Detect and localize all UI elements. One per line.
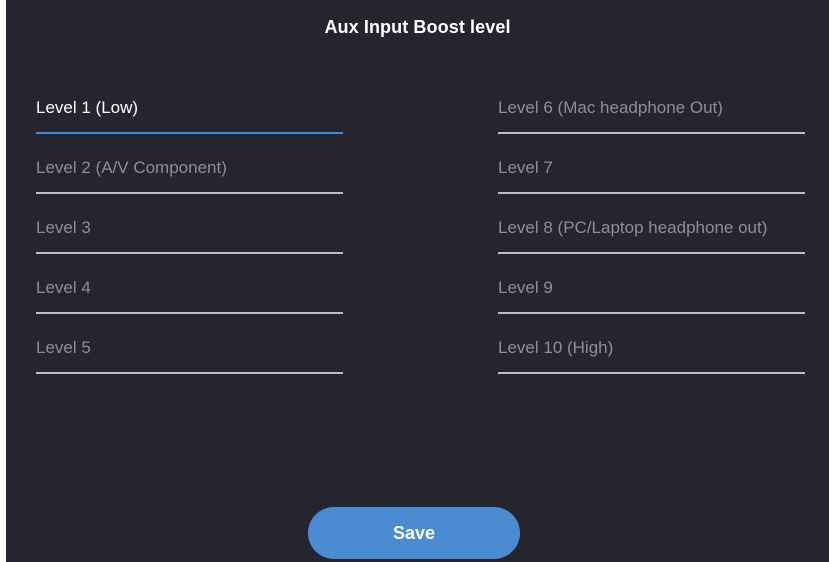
level-option-label: Level 8 (PC/Laptop headphone out) [498, 218, 768, 237]
level-option-underline [498, 192, 805, 194]
level-option-underline [498, 372, 805, 374]
level-option-underline [498, 252, 805, 254]
level-option-1[interactable]: Level 1 (Low) [36, 92, 343, 152]
level-option-4[interactable]: Level 4 [36, 272, 343, 332]
level-option-underline [36, 372, 343, 374]
level-option-5[interactable]: Level 5 [36, 332, 343, 392]
level-option-label: Level 3 [36, 218, 91, 237]
level-option-10[interactable]: Level 10 (High) [498, 332, 805, 392]
level-option-label: Level 7 [498, 158, 553, 177]
level-option-label: Level 1 (Low) [36, 98, 139, 117]
level-option-underline [498, 132, 805, 134]
level-option-label: Level 6 (Mac headphone Out) [498, 98, 723, 117]
level-option-label: Level 2 (A/V Component) [36, 158, 227, 177]
levels-right-column: Level 6 (Mac headphone Out) Level 7 Leve… [498, 92, 805, 392]
level-option-underline [498, 312, 805, 314]
dialog-title: Aux Input Boost level [324, 17, 511, 37]
level-option-8[interactable]: Level 8 (PC/Laptop headphone out) [498, 212, 805, 272]
level-option-underline [36, 252, 343, 254]
level-option-2[interactable]: Level 2 (A/V Component) [36, 152, 343, 212]
level-option-3[interactable]: Level 3 [36, 212, 343, 272]
level-option-label: Level 5 [36, 338, 91, 357]
level-option-6[interactable]: Level 6 (Mac headphone Out) [498, 92, 805, 152]
dialog-panel: Aux Input Boost level Level 1 (Low) Leve… [6, 0, 829, 562]
level-option-underline [36, 192, 343, 194]
level-option-7[interactable]: Level 7 [498, 152, 805, 212]
level-option-label: Level 10 (High) [498, 338, 614, 357]
level-option-9[interactable]: Level 9 [498, 272, 805, 332]
level-option-label: Level 4 [36, 278, 91, 297]
level-option-underline [36, 132, 343, 134]
save-button[interactable]: Save [308, 507, 520, 559]
level-option-underline [36, 312, 343, 314]
level-option-label: Level 9 [498, 278, 553, 297]
levels-left-column: Level 1 (Low) Level 2 (A/V Component) Le… [36, 92, 343, 392]
